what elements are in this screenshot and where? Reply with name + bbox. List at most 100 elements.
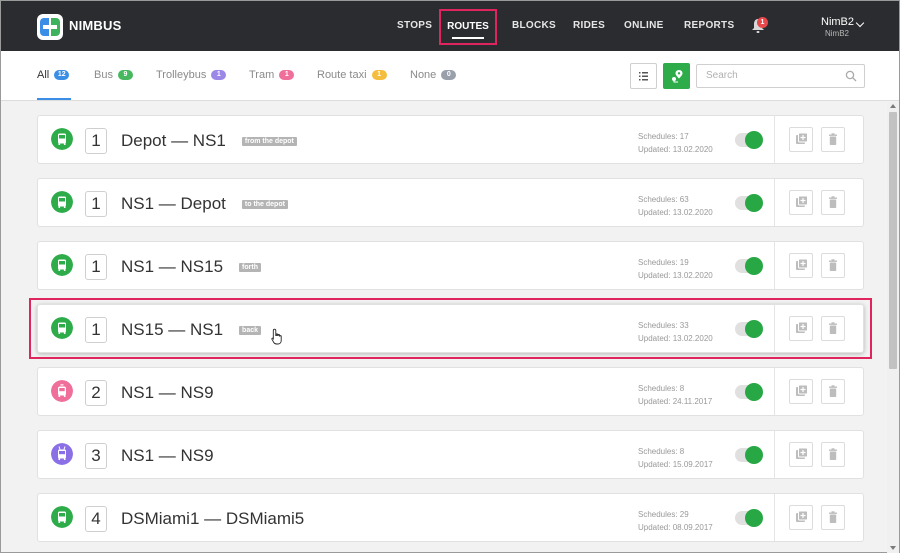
route-name[interactable]: NS1 — NS9 [121,446,214,466]
tab-label: None [410,69,437,81]
updated-date: Updated: 13.02.2020 [638,271,713,280]
nav-online[interactable]: ONLINE [624,1,664,51]
delete-route-button[interactable] [821,442,845,467]
route-meta: Schedules: 8 Updated: 24.11.2017 [638,382,712,408]
list-icon [639,72,648,81]
route-name[interactable]: DSMiami1 — DSMiami5 [121,509,304,529]
bus-icon [51,254,73,276]
tab-label: Route taxi [317,69,367,81]
schedules-count: Schedules: 19 [638,258,689,267]
delete-route-button[interactable] [821,316,845,341]
user-name[interactable]: NimB2 [821,16,854,28]
scrollbar-thumb[interactable] [889,112,897,369]
delete-route-button[interactable] [821,190,845,215]
tab-count-badge: 9 [117,70,133,80]
updated-date: Updated: 24.11.2017 [638,397,713,406]
route-name-text: NS1 — NS15 [121,257,224,276]
delete-route-button[interactable] [821,379,845,404]
route-enabled-toggle[interactable] [735,509,763,527]
tab-label: All [37,69,50,81]
trash-icon [829,259,837,271]
route-meta: Schedules: 19 Updated: 13.02.2020 [638,256,713,282]
tab-route-taxi[interactable]: Route taxi 1 [317,69,387,81]
route-name-text: NS15 — NS1 [121,320,224,339]
scroll-up-arrow-icon[interactable] [890,104,896,108]
toggle-knob [745,131,763,149]
route-meta: Schedules: 17 Updated: 13.02.2020 [638,130,713,156]
route-enabled-toggle[interactable] [735,131,763,149]
nav-stops[interactable]: STOPS [397,1,432,51]
route-enabled-toggle[interactable] [735,446,763,464]
route-name-text: DSMiami1 — DSMiami5 [121,509,305,528]
tab-trolleybus[interactable]: Trolleybus 1 [156,69,227,81]
schedules-count: Schedules: 29 [638,510,689,519]
route-row[interactable]: 1 NS15 — NS1 back Schedules: 33 Updated: 1… [37,304,864,353]
route-name[interactable]: NS1 — NS15 forth [121,257,261,277]
direction-tag: to the depot [241,200,288,209]
route-meta: Schedules: 29 Updated: 08.09.2017 [638,508,713,534]
add-schedule-button[interactable] [789,379,813,404]
route-name[interactable]: NS1 — Depot to the depot [121,194,288,214]
nimbus-logo[interactable] [37,14,63,40]
route-enabled-toggle[interactable] [735,194,763,212]
tab-label: Trolleybus [156,69,207,81]
route-name[interactable]: NS15 — NS1 back [121,320,262,340]
route-enabled-toggle[interactable] [735,320,763,338]
bus-icon [51,191,73,213]
add-schedule-button[interactable] [789,190,813,215]
divider [774,305,775,352]
route-enabled-toggle[interactable] [735,257,763,275]
map-view-button[interactable] [663,63,690,89]
search-icon[interactable] [845,70,857,82]
copy-plus-icon [796,258,808,270]
toggle-knob [745,257,763,275]
trash-icon [829,196,837,208]
toggle-knob [745,320,763,338]
chevron-down-icon[interactable] [855,18,865,28]
route-enabled-toggle[interactable] [735,383,763,401]
route-number: 2 [85,380,107,406]
route-number: 4 [85,506,107,532]
nav-reports[interactable]: REPORTS [684,1,734,51]
copy-plus-icon [796,447,808,459]
delete-route-button[interactable] [821,127,845,152]
tab-count-badge: 12 [54,70,70,80]
route-name[interactable]: Depot — NS1 from the depot [121,131,297,151]
list-view-button[interactable] [630,63,657,89]
direction-tag: from the depot [241,137,297,146]
route-row[interactable]: 2 NS1 — NS9 Schedules: 8 Updated: 24.11.2… [37,367,864,416]
add-schedule-button[interactable] [789,505,813,530]
scroll-down-arrow-icon[interactable] [890,546,896,550]
nav-routes[interactable]: ROUTES [439,9,497,45]
search-input[interactable] [706,70,836,81]
nav-blocks[interactable]: BLOCKS [512,1,556,51]
direction-tag: forth [239,263,261,272]
tab-bus[interactable]: Bus 9 [94,69,133,81]
route-row[interactable]: 1 NS1 — NS15 forth Schedules: 19 Updated: … [37,241,864,290]
route-row[interactable]: 1 NS1 — Depot to the depot Schedules: 63 U… [37,178,864,227]
route-list: 1 Depot — NS1 from the depot Schedules: 1… [1,102,887,553]
bus-icon [51,317,73,339]
add-schedule-button[interactable] [789,442,813,467]
add-schedule-button[interactable] [789,316,813,341]
route-meta: Schedules: 33 Updated: 13.02.2020 [638,319,713,345]
tab-tram[interactable]: Tram 1 [249,69,295,81]
toggle-knob [745,194,763,212]
delete-route-button[interactable] [821,253,845,278]
nav-rides[interactable]: RIDES [573,1,605,51]
delete-route-button[interactable] [821,505,845,530]
route-number: 1 [85,191,107,217]
tab-all[interactable]: All 12 [37,69,70,81]
tab-none[interactable]: None 0 [410,69,457,81]
route-row[interactable]: 4 DSMiami1 — DSMiami5 Schedules: 29 Updat… [37,493,864,542]
route-row[interactable]: 3 NS1 — NS9 Schedules: 8 Updated: 15.09.2… [37,430,864,479]
tab-count-badge: 0 [441,70,457,80]
route-row[interactable]: 1 Depot — NS1 from the depot Schedules: 1… [37,115,864,164]
add-schedule-button[interactable] [789,127,813,152]
nav-routes-label: ROUTES [447,21,489,32]
add-schedule-button[interactable] [789,253,813,278]
route-name[interactable]: NS1 — NS9 [121,383,214,403]
route-meta: Schedules: 63 Updated: 13.02.2020 [638,193,713,219]
updated-date: Updated: 13.02.2020 [638,334,713,343]
tab-count-badge: 1 [211,70,227,80]
